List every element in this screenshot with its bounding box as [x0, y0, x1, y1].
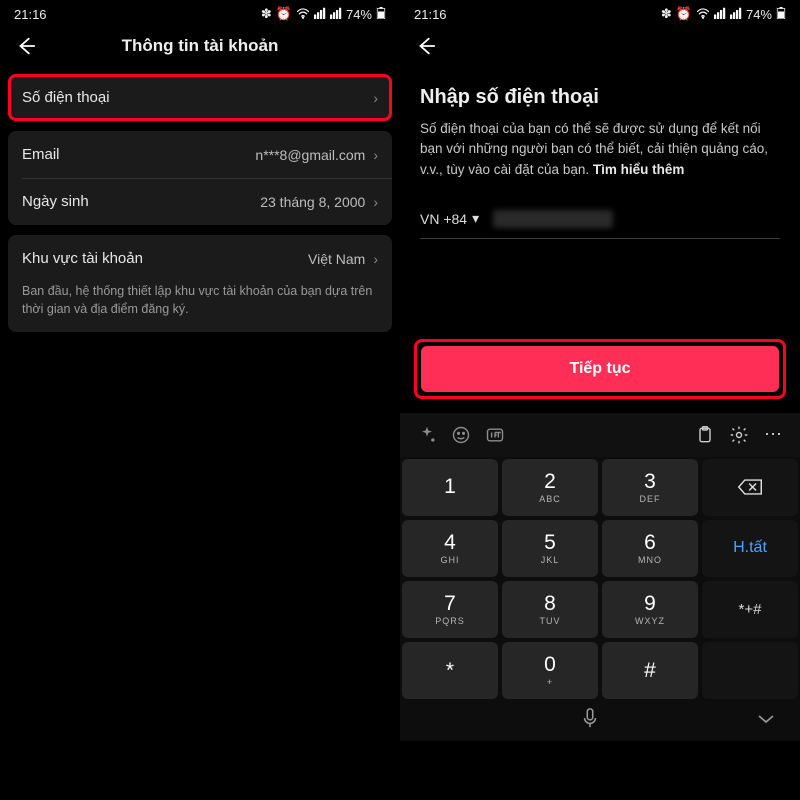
- row-dob-label: Ngày sinh: [22, 193, 89, 210]
- learn-more-link[interactable]: Tìm hiểu thêm: [593, 162, 685, 177]
- signal-icon-2: [330, 7, 342, 22]
- row-region-label: Khu vực tài khoản: [22, 250, 143, 267]
- row-phone-label: Số điện thoại: [22, 89, 110, 106]
- chevron-right-icon: ›: [373, 194, 378, 210]
- phone-number-input[interactable]: [493, 210, 613, 228]
- panel-region: Khu vực tài khoản Việt Nam › Ban đầu, hệ…: [8, 235, 392, 332]
- row-dob[interactable]: Ngày sinh 23 tháng 8, 2000 ›: [8, 178, 392, 225]
- header: Thông tin tài khoản: [0, 24, 400, 74]
- keypad-bottom-bar: [400, 701, 800, 741]
- screen-enter-phone: 21:16 ✽ ⏰ 74%: [400, 0, 800, 800]
- key-backspace[interactable]: [702, 459, 798, 516]
- continue-button[interactable]: Tiếp tục: [421, 346, 779, 392]
- chevron-right-icon: ›: [373, 251, 378, 267]
- key-hash[interactable]: #: [602, 642, 698, 699]
- status-bar: 21:16 ✽ ⏰ 74%: [400, 0, 800, 24]
- wifi-icon: [296, 7, 310, 22]
- key-9[interactable]: 9WXYZ: [602, 581, 698, 638]
- row-region[interactable]: Khu vực tài khoản Việt Nam ›: [8, 235, 392, 282]
- content: Nhập số điện thoại Số điện thoại của bạn…: [400, 64, 800, 239]
- key-3[interactable]: 3DEF: [602, 459, 698, 516]
- battery-icon: [776, 7, 786, 22]
- panel-email-dob: Email n***8@gmail.com › Ngày sinh 23 thá…: [8, 131, 392, 225]
- key-5[interactable]: 5JKL: [502, 520, 598, 577]
- row-email-value: n***8@gmail.com: [255, 147, 365, 163]
- battery-text: 74%: [746, 7, 772, 22]
- page-description: Số điện thoại của bạn có thể sẽ được sử …: [420, 119, 780, 180]
- chevron-right-icon: ›: [373, 147, 378, 163]
- page-title: Thông tin tài khoản: [0, 36, 400, 56]
- status-bar: 21:16 ✽ ⏰ 74%: [0, 0, 400, 24]
- row-dob-value: 23 tháng 8, 2000: [260, 194, 365, 210]
- collapse-keyboard-icon[interactable]: [756, 712, 776, 730]
- status-icons: ✽ ⏰ 74%: [661, 6, 786, 22]
- more-icon[interactable]: ⋯: [756, 418, 790, 452]
- signal-icon: [714, 7, 726, 22]
- emoji-icon[interactable]: [444, 418, 478, 452]
- status-time: 21:16: [14, 7, 47, 22]
- gif-icon[interactable]: [478, 418, 512, 452]
- row-email[interactable]: Email n***8@gmail.com ›: [8, 131, 392, 178]
- screen-account-info: 21:16 ✽ ⏰ 74%: [0, 0, 400, 800]
- clipboard-icon[interactable]: [688, 418, 722, 452]
- row-region-value: Việt Nam: [308, 251, 365, 267]
- key-symbols[interactable]: *+#: [702, 581, 798, 638]
- status-icons: ✽ ⏰ 74%: [261, 6, 386, 22]
- battery-icon: [376, 7, 386, 22]
- mic-icon[interactable]: [582, 708, 598, 733]
- paw-icon: ✽: [261, 6, 272, 22]
- paw-icon: ✽: [661, 6, 672, 22]
- key-empty: [702, 642, 798, 699]
- key-8[interactable]: 8TUV: [502, 581, 598, 638]
- header: [400, 24, 800, 64]
- alarm-icon: ⏰: [276, 6, 292, 22]
- alarm-icon: ⏰: [676, 6, 692, 22]
- row-email-label: Email: [22, 146, 60, 163]
- key-1[interactable]: 1: [402, 459, 498, 516]
- battery-text: 74%: [346, 7, 372, 22]
- region-note: Ban đầu, hệ thống thiết lập khu vực tài …: [8, 282, 392, 332]
- chevron-down-icon: ▾: [472, 210, 479, 227]
- page-title: Nhập số điện thoại: [420, 86, 780, 109]
- key-done[interactable]: H.tất: [702, 520, 798, 577]
- sparkle-icon[interactable]: [410, 418, 444, 452]
- signal-icon-2: [730, 7, 742, 22]
- row-phone[interactable]: Số điện thoại ›: [8, 74, 392, 121]
- signal-icon: [314, 7, 326, 22]
- keyboard-toolbar: ⋯: [400, 413, 800, 457]
- key-7[interactable]: 7PQRS: [402, 581, 498, 638]
- phone-input-row: VN +84 ▾: [420, 210, 780, 239]
- numeric-keypad: 1 2ABC 3DEF 4GHI 5JKL 6MNO H.tất 7PQRS 8…: [400, 457, 800, 741]
- back-button[interactable]: [412, 32, 440, 60]
- status-time: 21:16: [414, 7, 447, 22]
- continue-highlight: Tiếp tục: [414, 339, 786, 399]
- chevron-right-icon: ›: [373, 90, 378, 106]
- country-code-selector[interactable]: VN +84 ▾: [420, 210, 479, 227]
- key-0[interactable]: 0+: [502, 642, 598, 699]
- wifi-icon: [696, 7, 710, 22]
- key-6[interactable]: 6MNO: [602, 520, 698, 577]
- key-2[interactable]: 2ABC: [502, 459, 598, 516]
- gear-icon[interactable]: [722, 418, 756, 452]
- key-star[interactable]: *: [402, 642, 498, 699]
- key-4[interactable]: 4GHI: [402, 520, 498, 577]
